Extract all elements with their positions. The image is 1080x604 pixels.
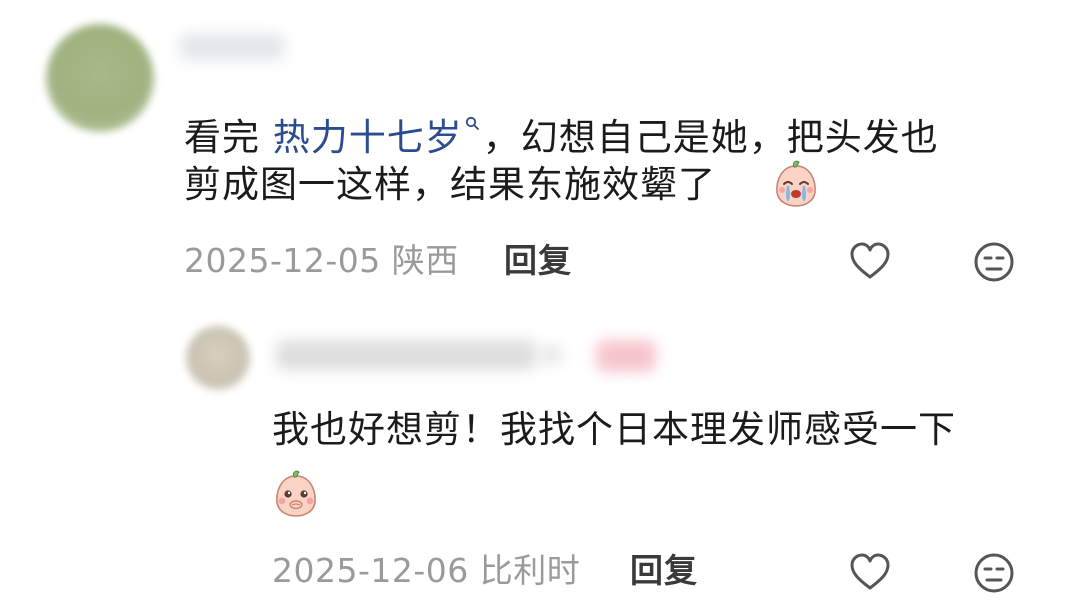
comment-reply-button[interactable]: 回复 bbox=[504, 241, 572, 281]
reply-text: 我也好想剪！我找个日本理发师感受一下 bbox=[272, 408, 956, 451]
heart-icon[interactable] bbox=[848, 551, 892, 595]
replier-avatar[interactable] bbox=[186, 326, 250, 390]
comment-date: 2025-12-05 bbox=[184, 241, 381, 280]
unamused-face-icon[interactable] bbox=[972, 240, 1016, 284]
unamused-face-icon[interactable] bbox=[972, 551, 1016, 595]
crying-peach-emoji bbox=[776, 160, 816, 207]
shy-peach-emoji bbox=[276, 470, 316, 517]
comment-text-line-1: 看完 热力十七岁 ，幻想自己是她，把头发也 bbox=[184, 96, 939, 160]
comment-meta: 2025-12-05 陕西 bbox=[184, 241, 459, 281]
heart-icon[interactable] bbox=[848, 240, 892, 284]
reply-target-chevron-blurred bbox=[540, 346, 562, 364]
replier-name-blurred[interactable] bbox=[276, 340, 536, 370]
comment-text-before: 看完 bbox=[184, 116, 273, 159]
commenter-name-blurred[interactable] bbox=[180, 34, 284, 60]
comment-text-line-2: 剪成图一这样，结果东施效颦了 bbox=[184, 163, 716, 206]
topic-search-icon[interactable] bbox=[465, 96, 479, 130]
reply-date: 2025-12-06 bbox=[272, 551, 469, 590]
reply-meta: 2025-12-06 比利时 bbox=[272, 551, 580, 591]
reply-reply-button[interactable]: 回复 bbox=[630, 551, 698, 591]
author-badge-blurred bbox=[596, 340, 656, 372]
reply-location: 比利时 bbox=[479, 551, 581, 590]
topic-link[interactable]: 热力十七岁 bbox=[273, 116, 463, 159]
comment-text-after: ，幻想自己是她，把头发也 bbox=[482, 116, 939, 159]
comment-location: 陕西 bbox=[391, 241, 459, 280]
commenter-avatar[interactable] bbox=[46, 24, 154, 132]
comment-thread: 看完 热力十七岁 ，幻想自己是她，把头发也 剪成图一这样，结果东施效颦了 2025… bbox=[0, 0, 1080, 604]
